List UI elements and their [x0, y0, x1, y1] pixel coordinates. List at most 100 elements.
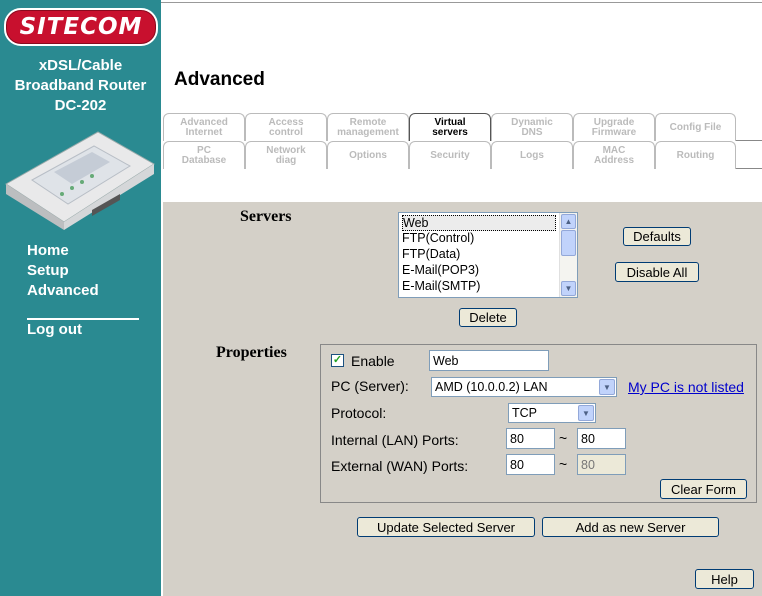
scroll-up-icon[interactable]: ▲ [561, 214, 576, 229]
sitecom-logo: SITECOM [4, 8, 158, 46]
list-item[interactable]: FTP(Control) [402, 231, 474, 245]
list-item[interactable]: Web [402, 215, 556, 231]
tab-label: Virtual servers [432, 116, 468, 138]
page-title: Advanced [174, 69, 265, 90]
tab-label: PC Database [182, 144, 226, 166]
tab-label-line1: Dynamic [511, 116, 553, 128]
tab-label-line1: Options [349, 149, 387, 161]
nav-logout[interactable]: Log out [27, 321, 82, 338]
tab-label: Advanced Internet [180, 116, 228, 138]
tab-label: Options [349, 149, 387, 161]
tab-label: Logs [520, 149, 544, 161]
chevron-down-icon[interactable]: ▼ [578, 405, 594, 421]
tab-label: Upgrade Firmware [591, 117, 637, 138]
lan-port-to-field[interactable]: 80 [577, 428, 626, 449]
tab-row1-1[interactable]: Access control [245, 113, 327, 141]
product-model: DC-202 [54, 97, 107, 114]
update-selected-server-button[interactable]: Update Selected Server [357, 517, 535, 537]
top-divider [161, 2, 762, 3]
tab-row1-3[interactable]: Virtual servers [409, 113, 491, 141]
disable-all-button[interactable]: Disable All [615, 262, 699, 282]
chevron-down-icon[interactable]: ▼ [599, 379, 615, 395]
tab-row1-2[interactable]: Remote management [327, 113, 409, 141]
tab-label: Routing [676, 149, 715, 161]
properties-heading: Properties [216, 344, 287, 361]
nav-advanced[interactable]: Advanced [27, 282, 99, 299]
wan-port-from-field[interactable]: 80 [506, 454, 555, 475]
lan-ports-label: Internal (LAN) Ports: [331, 432, 459, 448]
wan-port-to-field: 80 [577, 454, 626, 475]
tab-label-line2: servers [432, 126, 468, 138]
product-line-1: xDSL/Cable [38, 57, 123, 74]
servers-heading: Servers [240, 208, 292, 225]
tab-label: Security [430, 149, 470, 161]
defaults-button[interactable]: Defaults [623, 227, 691, 246]
help-button[interactable]: Help [695, 569, 754, 589]
tab-row1-5[interactable]: Upgrade Firmware [573, 113, 655, 141]
tab-label-line2: management [337, 126, 399, 138]
tab-row2-3[interactable]: Security [409, 141, 491, 169]
pc-server-select[interactable]: AMD (10.0.0.2) LAN ▼ [431, 377, 617, 397]
tab-label: Dynamic DNS [511, 116, 553, 138]
list-item[interactable]: E-Mail(SMTP) [402, 279, 480, 293]
check-mark-icon: ✓ [332, 354, 343, 366]
delete-button[interactable]: Delete [459, 308, 517, 327]
protocol-value: TCP [512, 406, 537, 420]
tab-row1-4[interactable]: Dynamic DNS [491, 113, 573, 141]
protocol-label: Protocol: [331, 405, 387, 421]
tab-label-line1: PC [197, 144, 211, 156]
nav-home[interactable]: Home [27, 242, 69, 259]
tab-label: Access control [268, 116, 304, 138]
enable-checkbox[interactable]: ✓ [331, 354, 344, 367]
pc-server-value: AMD (10.0.0.2) LAN [435, 380, 548, 394]
scroll-down-icon[interactable]: ▼ [561, 281, 576, 296]
tab-label-line1: Access [268, 116, 304, 128]
tab-label: Network diag [266, 145, 305, 166]
tab-row1-0[interactable]: Advanced Internet [163, 113, 245, 141]
tab-row2-0[interactable]: PC Database [163, 141, 245, 169]
nav-divider [27, 318, 139, 320]
lan-port-from-field[interactable]: 80 [506, 428, 555, 449]
servers-listbox[interactable]: Web FTP(Control) FTP(Data) E-Mail(POP3) … [398, 212, 578, 298]
tab-row1-6[interactable]: Config File [655, 113, 736, 141]
tab-row2-6[interactable]: Routing [655, 141, 736, 169]
router-image [5, 131, 155, 230]
tab-label-line2: diag [275, 154, 297, 166]
tab-label-line1: Virtual [434, 116, 466, 128]
scroll-thumb[interactable] [561, 230, 576, 256]
listbox-scrollbar[interactable]: ▲ ▼ [559, 213, 577, 297]
tab-label-line1: Remote [349, 116, 387, 128]
sidebar: SITECOM xDSL/Cable Broadband Router DC-2… [0, 0, 161, 596]
tab-label-line2: Internet [185, 126, 223, 138]
clear-form-button[interactable]: Clear Form [660, 479, 747, 499]
wan-ports-label: External (WAN) Ports: [331, 458, 469, 474]
list-item[interactable]: FTP(Data) [402, 247, 460, 261]
pc-server-label: PC (Server): [331, 378, 409, 394]
tab-label: Remote management [337, 116, 399, 138]
tab-label-line2: Address [593, 154, 634, 166]
tab-label: Config File [669, 121, 722, 133]
add-new-server-button[interactable]: Add as new Server [542, 517, 719, 537]
server-name-field[interactable]: Web [429, 350, 549, 371]
tab-label-line2: Firmware [591, 126, 637, 138]
protocol-select[interactable]: TCP ▼ [508, 403, 596, 423]
list-item[interactable]: E-Mail(POP3) [402, 263, 479, 277]
lan-range-separator: ~ [559, 430, 568, 446]
tab-label-line1: Advanced [180, 116, 228, 128]
tab-label-line1: MAC [602, 144, 626, 156]
tab-label-line1: Config File [669, 121, 722, 133]
tab-label-line2: control [269, 126, 303, 138]
tab-label-line1: Logs [520, 149, 544, 161]
product-line-2: Broadband Router [14, 77, 147, 94]
tab-label-line1: Routing [676, 149, 715, 161]
tab-row2-1[interactable]: Network diag [245, 141, 327, 169]
nav-setup[interactable]: Setup [27, 262, 69, 279]
tab-row2-2[interactable]: Options [327, 141, 409, 169]
tab-row2-4[interactable]: Logs [491, 141, 573, 169]
enable-label: Enable [351, 353, 395, 369]
wan-range-separator: ~ [559, 456, 568, 472]
logo-text: SITECOM [19, 14, 143, 40]
tab-label-line1: Security [430, 149, 470, 161]
tab-row2-5[interactable]: MAC Address [573, 141, 655, 169]
my-pc-not-listed-link[interactable]: My PC is not listed [628, 379, 744, 395]
